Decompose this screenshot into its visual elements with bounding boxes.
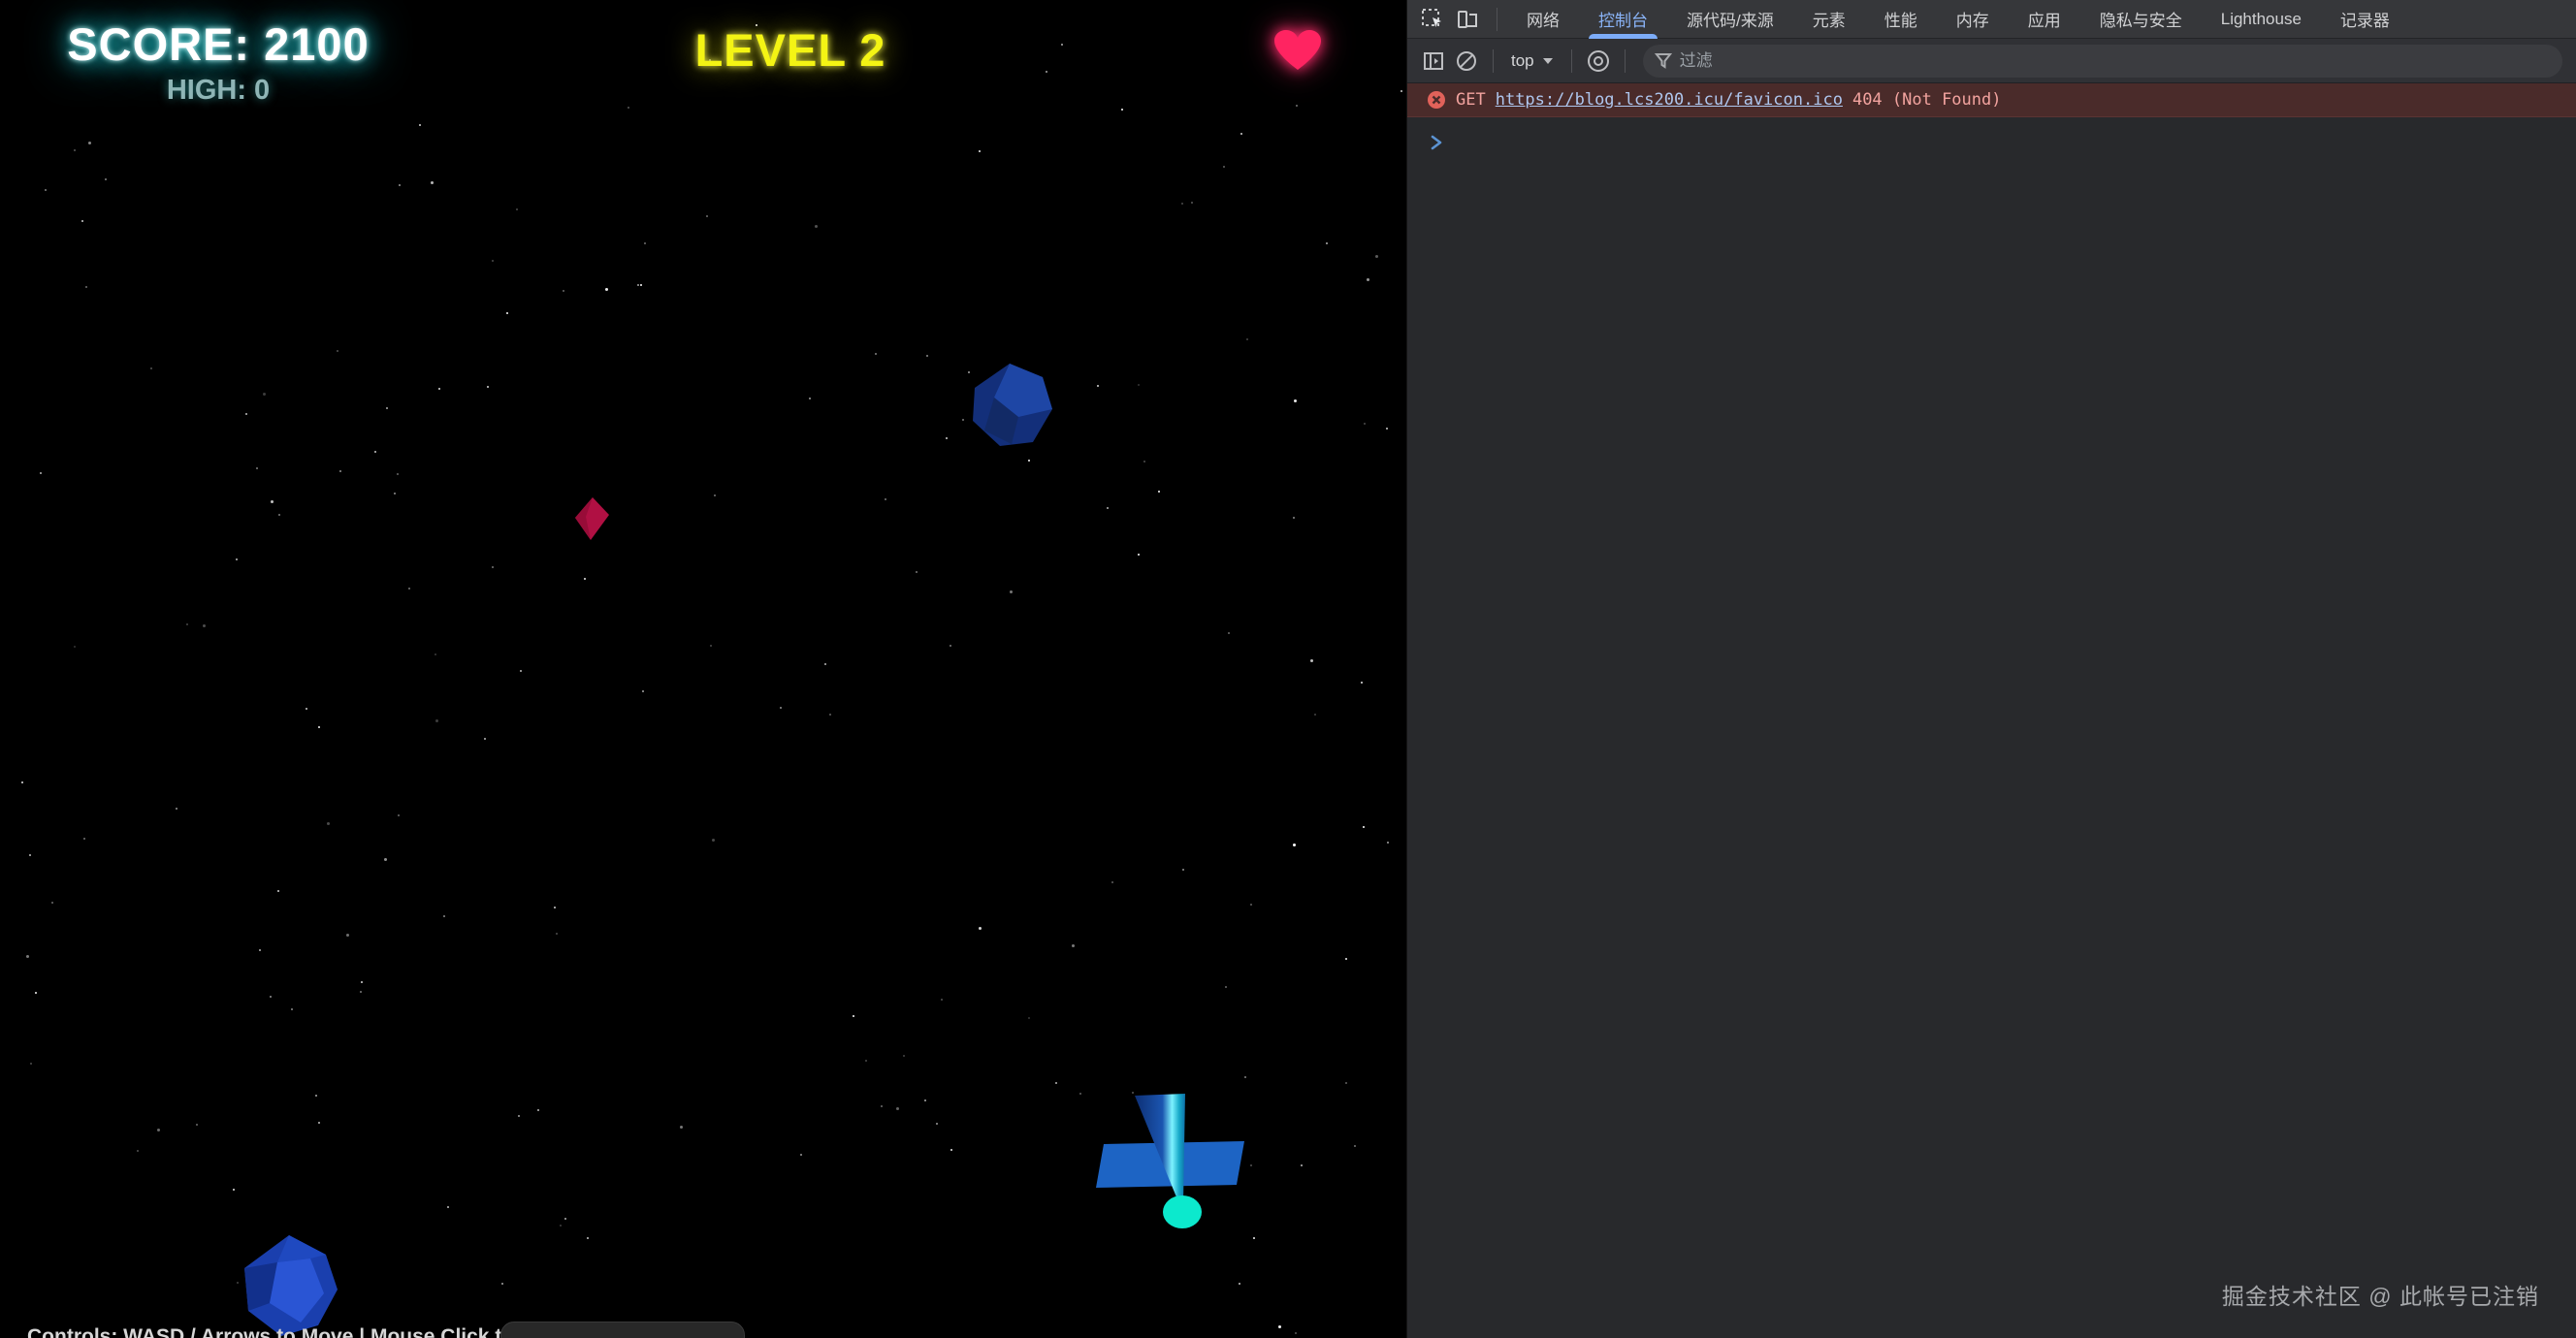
inspect-element-icon[interactable] bbox=[1417, 5, 1448, 34]
console-error-row: GET https://blog.lcs200.icu/favicon.ico … bbox=[1407, 83, 2576, 117]
console-messages[interactable]: GET https://blog.lcs200.icu/favicon.ico … bbox=[1407, 83, 2576, 1338]
live-expression-eye-icon[interactable] bbox=[1582, 46, 1615, 77]
error-url-link[interactable]: https://blog.lcs200.icu/favicon.ico bbox=[1496, 90, 1843, 110]
divider bbox=[1493, 49, 1494, 73]
tab-application[interactable]: 应用 bbox=[2009, 0, 2080, 39]
filter-funnel-icon bbox=[1655, 52, 1672, 70]
context-selector[interactable]: top bbox=[1503, 46, 1562, 77]
clear-console-icon[interactable] bbox=[1450, 46, 1483, 77]
tab-privacy-security[interactable]: 隐私与安全 bbox=[2080, 0, 2202, 39]
devtools-tabbar: 网络 控制台 源代码/来源 元素 性能 内存 应用 隐私与安全 Lighthou… bbox=[1407, 0, 2576, 39]
chevron-down-icon bbox=[1542, 57, 1554, 65]
high-score-text: HIGH: 0 bbox=[29, 75, 407, 107]
toast-panel bbox=[500, 1322, 745, 1338]
context-selector-value: top bbox=[1511, 51, 1534, 71]
device-toolbar-icon[interactable] bbox=[1452, 5, 1483, 34]
console-prompt[interactable] bbox=[1407, 123, 2576, 162]
divider bbox=[1625, 49, 1626, 73]
error-method: GET bbox=[1456, 90, 1486, 110]
player-ship-sprite bbox=[1086, 1076, 1261, 1236]
game-canvas[interactable]: SCORE: 2100 HIGH: 0 LEVEL 2 bbox=[0, 0, 1406, 1338]
score-text: SCORE: 2100 bbox=[29, 17, 407, 71]
console-filter[interactable] bbox=[1643, 45, 2562, 78]
console-sidebar-icon[interactable] bbox=[1417, 46, 1450, 77]
tab-lighthouse[interactable]: Lighthouse bbox=[2202, 0, 2321, 39]
filter-input[interactable] bbox=[1680, 51, 2551, 71]
divider bbox=[1571, 49, 1572, 73]
level-text: LEVEL 2 bbox=[611, 23, 970, 77]
gem-sprite bbox=[572, 496, 611, 541]
prompt-chevron-icon bbox=[1429, 134, 1444, 151]
controls-hint: Controls: WASD / Arrows to Move | Mouse … bbox=[27, 1325, 577, 1338]
tab-memory[interactable]: 内存 bbox=[1937, 0, 2009, 39]
asteroid-sprite bbox=[241, 1233, 342, 1338]
tab-network[interactable]: 网络 bbox=[1507, 0, 1579, 39]
tab-recorder[interactable]: 记录器 bbox=[2321, 0, 2409, 39]
life-heart-icon bbox=[1272, 29, 1323, 79]
error-status: 404 (Not Found) bbox=[1852, 90, 2002, 110]
asteroid-sprite bbox=[965, 361, 1057, 453]
watermark-text: 掘金技术社区 @ 此帐号已注销 bbox=[2222, 1278, 2539, 1311]
console-toolbar: top bbox=[1407, 39, 2576, 83]
tab-elements[interactable]: 元素 bbox=[1793, 0, 1865, 39]
devtools-panel: 网络 控制台 源代码/来源 元素 性能 内存 应用 隐私与安全 Lighthou… bbox=[1406, 0, 2576, 1338]
tab-sources[interactable]: 源代码/来源 bbox=[1667, 0, 1793, 39]
tab-console[interactable]: 控制台 bbox=[1579, 0, 1667, 39]
score-display: SCORE: 2100 HIGH: 0 bbox=[29, 17, 407, 107]
error-circle-icon bbox=[1427, 90, 1446, 110]
tab-performance[interactable]: 性能 bbox=[1865, 0, 1937, 39]
